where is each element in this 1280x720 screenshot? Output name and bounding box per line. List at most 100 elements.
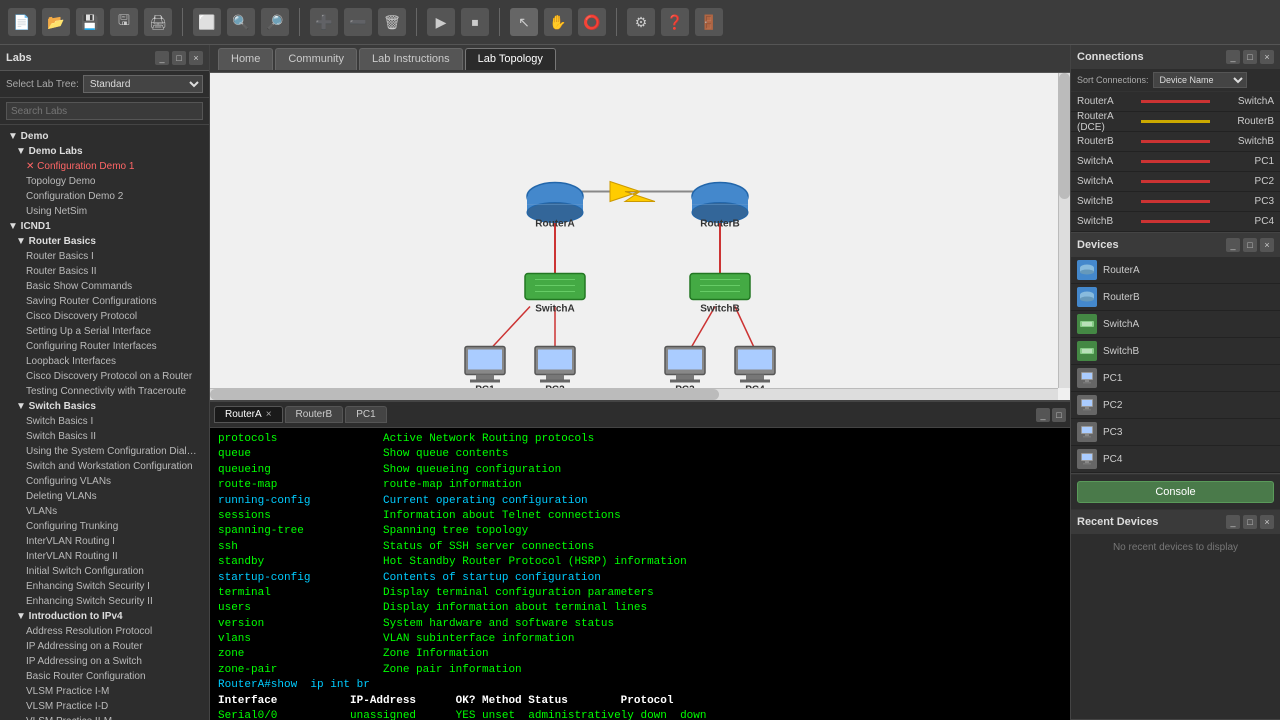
device-row-switcha[interactable]: SwitchA [1071,311,1280,338]
tree-item[interactable]: InterVLAN Routing I [0,534,209,549]
logout-icon[interactable]: 🚪 [695,8,723,36]
tree-item[interactable]: VLSM Practice I-M [0,684,209,699]
tree-item[interactable]: Cisco Discovery Protocol on a Router [0,369,209,384]
conn-restore-btn[interactable]: □ [1243,50,1257,64]
select-lab-dropdown[interactable]: Standard [83,75,203,93]
tree-item[interactable]: VLSM Practice II-M [0,714,209,720]
tree-item[interactable]: VLSM Practice I-D [0,699,209,714]
console-restore-btn[interactable]: □ [1052,408,1066,422]
tree-group-demolabs[interactable]: ▼ Demo Labs [0,144,209,159]
console-tab-routera[interactable]: RouterA × [214,406,283,423]
dev-close-btn[interactable]: × [1260,238,1274,252]
tab-lab-instructions[interactable]: Lab Instructions [359,48,463,70]
tree-group-switchbasics[interactable]: ▼ Switch Basics [0,399,209,414]
pc-icon [1077,368,1097,388]
tree-item[interactable]: Enhancing Switch Security II [0,594,209,609]
tree-item[interactable]: VLANs [0,504,209,519]
zoom-out-icon[interactable]: 🔎 [261,8,289,36]
tree-item[interactable]: Configuration Demo 2 [0,189,209,204]
tab-home[interactable]: Home [218,48,273,70]
tree-item[interactable]: Configuring Router Interfaces [0,339,209,354]
tree-item[interactable]: Router Basics I [0,249,209,264]
print-icon[interactable]: 🖨 [144,8,172,36]
search-input[interactable] [6,102,203,120]
remove-icon[interactable]: ➖ [344,8,372,36]
device-row-routera[interactable]: RouterA [1071,257,1280,284]
tree-item[interactable]: Testing Connectivity with Traceroute [0,384,209,399]
sidebar-close-btn[interactable]: × [189,51,203,65]
tab-community[interactable]: Community [275,48,357,70]
add-connection-icon[interactable]: ➕ [310,8,338,36]
device-row-pc2[interactable]: PC2 [1071,392,1280,419]
tree-item[interactable]: Address Resolution Protocol [0,624,209,639]
console-minimize-btn[interactable]: _ [1036,408,1050,422]
h-scrollbar[interactable] [210,388,1058,400]
tree-item[interactable]: Saving Router Configurations [0,294,209,309]
device-row-routerb[interactable]: RouterB [1071,284,1280,311]
tree-item[interactable]: Switch and Workstation Configuration [0,459,209,474]
tree-item[interactable]: Switch Basics II [0,429,209,444]
sort-dropdown[interactable]: Device Name Connection Type [1153,72,1247,88]
console-button[interactable]: Console [1077,481,1274,503]
topology-canvas[interactable]: RouterA RouterB Swit [210,73,1070,400]
console-output[interactable]: protocols Active Network Routing protoco… [210,428,1070,720]
recent-close-btn[interactable]: × [1260,515,1274,529]
device-row-pc3[interactable]: PC3 [1071,419,1280,446]
tree-item[interactable]: Basic Show Commands [0,279,209,294]
tree-group-icnd1[interactable]: ▼ ICND1 [0,219,209,234]
conn-minimize-btn[interactable]: _ [1226,50,1240,64]
recent-minimize-btn[interactable]: _ [1226,515,1240,529]
tree-item[interactable]: Topology Demo [0,174,209,189]
zoom-area-icon[interactable]: ⬜ [193,8,221,36]
tree-item[interactable]: IP Addressing on a Switch [0,654,209,669]
v-scrollbar[interactable] [1058,73,1070,388]
tree-item[interactable]: Configuring VLANs [0,474,209,489]
tree-item[interactable]: Loopback Interfaces [0,354,209,369]
zoom-in-icon[interactable]: 🔍 [227,8,255,36]
tree-item[interactable]: InterVLAN Routing II [0,549,209,564]
tree-item[interactable]: Enhancing Switch Security I [0,579,209,594]
dev-minimize-btn[interactable]: _ [1226,238,1240,252]
tree-group-routerbasics[interactable]: ▼ Router Basics [0,234,209,249]
delete-icon[interactable]: 🗑 [378,8,406,36]
tree-item[interactable]: Router Basics II [0,264,209,279]
device-row-switchb[interactable]: SwitchB [1071,338,1280,365]
save-icon[interactable]: 💾 [76,8,104,36]
conn-to: PC1 [1214,156,1274,167]
help-icon[interactable]: ❓ [661,8,689,36]
tree-item[interactable]: Basic Router Configuration [0,669,209,684]
tab-lab-topology[interactable]: Lab Topology [465,48,556,70]
move-icon[interactable]: ✋ [544,8,572,36]
tree-item[interactable]: Using NetSim [0,204,209,219]
oval-icon[interactable]: ⭕ [578,8,606,36]
tree-group-demo[interactable]: ▼ Demo [0,129,209,144]
save-as-icon[interactable]: 🖫 [110,8,138,36]
console-tab-pc1[interactable]: PC1 [345,406,386,423]
console-line: queue Show queue contents [218,447,1062,462]
select-icon[interactable]: ↖ [510,8,538,36]
tree-item[interactable]: ✕ Configuration Demo 1 [0,159,209,174]
dev-restore-btn[interactable]: □ [1243,238,1257,252]
tree-item[interactable]: Using the System Configuration Dialog fo… [0,444,209,459]
device-row-pc1[interactable]: PC1 [1071,365,1280,392]
tree-item[interactable]: Switch Basics I [0,414,209,429]
play-icon[interactable]: ▶ [427,8,455,36]
settings-icon[interactable]: ⚙ [627,8,655,36]
tree-item[interactable]: IP Addressing on a Router [0,639,209,654]
sidebar-minimize-btn[interactable]: _ [155,51,169,65]
device-row-pc4[interactable]: PC4 [1071,446,1280,473]
new-file-icon[interactable]: 📄 [8,8,36,36]
stop-icon[interactable]: ⏹ [461,8,489,36]
tree-item[interactable]: Deleting VLANs [0,489,209,504]
tree-group-ipv4[interactable]: ▼ Introduction to IPv4 [0,609,209,624]
console-tab-close[interactable]: × [266,409,272,420]
tree-item[interactable]: Configuring Trunking [0,519,209,534]
console-tab-routerb[interactable]: RouterB [285,406,344,423]
open-icon[interactable]: 📂 [42,8,70,36]
tree-item[interactable]: Cisco Discovery Protocol [0,309,209,324]
tree-item[interactable]: Setting Up a Serial Interface [0,324,209,339]
conn-close-btn[interactable]: × [1260,50,1274,64]
sidebar-restore-btn[interactable]: □ [172,51,186,65]
recent-restore-btn[interactable]: □ [1243,515,1257,529]
tree-item[interactable]: Initial Switch Configuration [0,564,209,579]
